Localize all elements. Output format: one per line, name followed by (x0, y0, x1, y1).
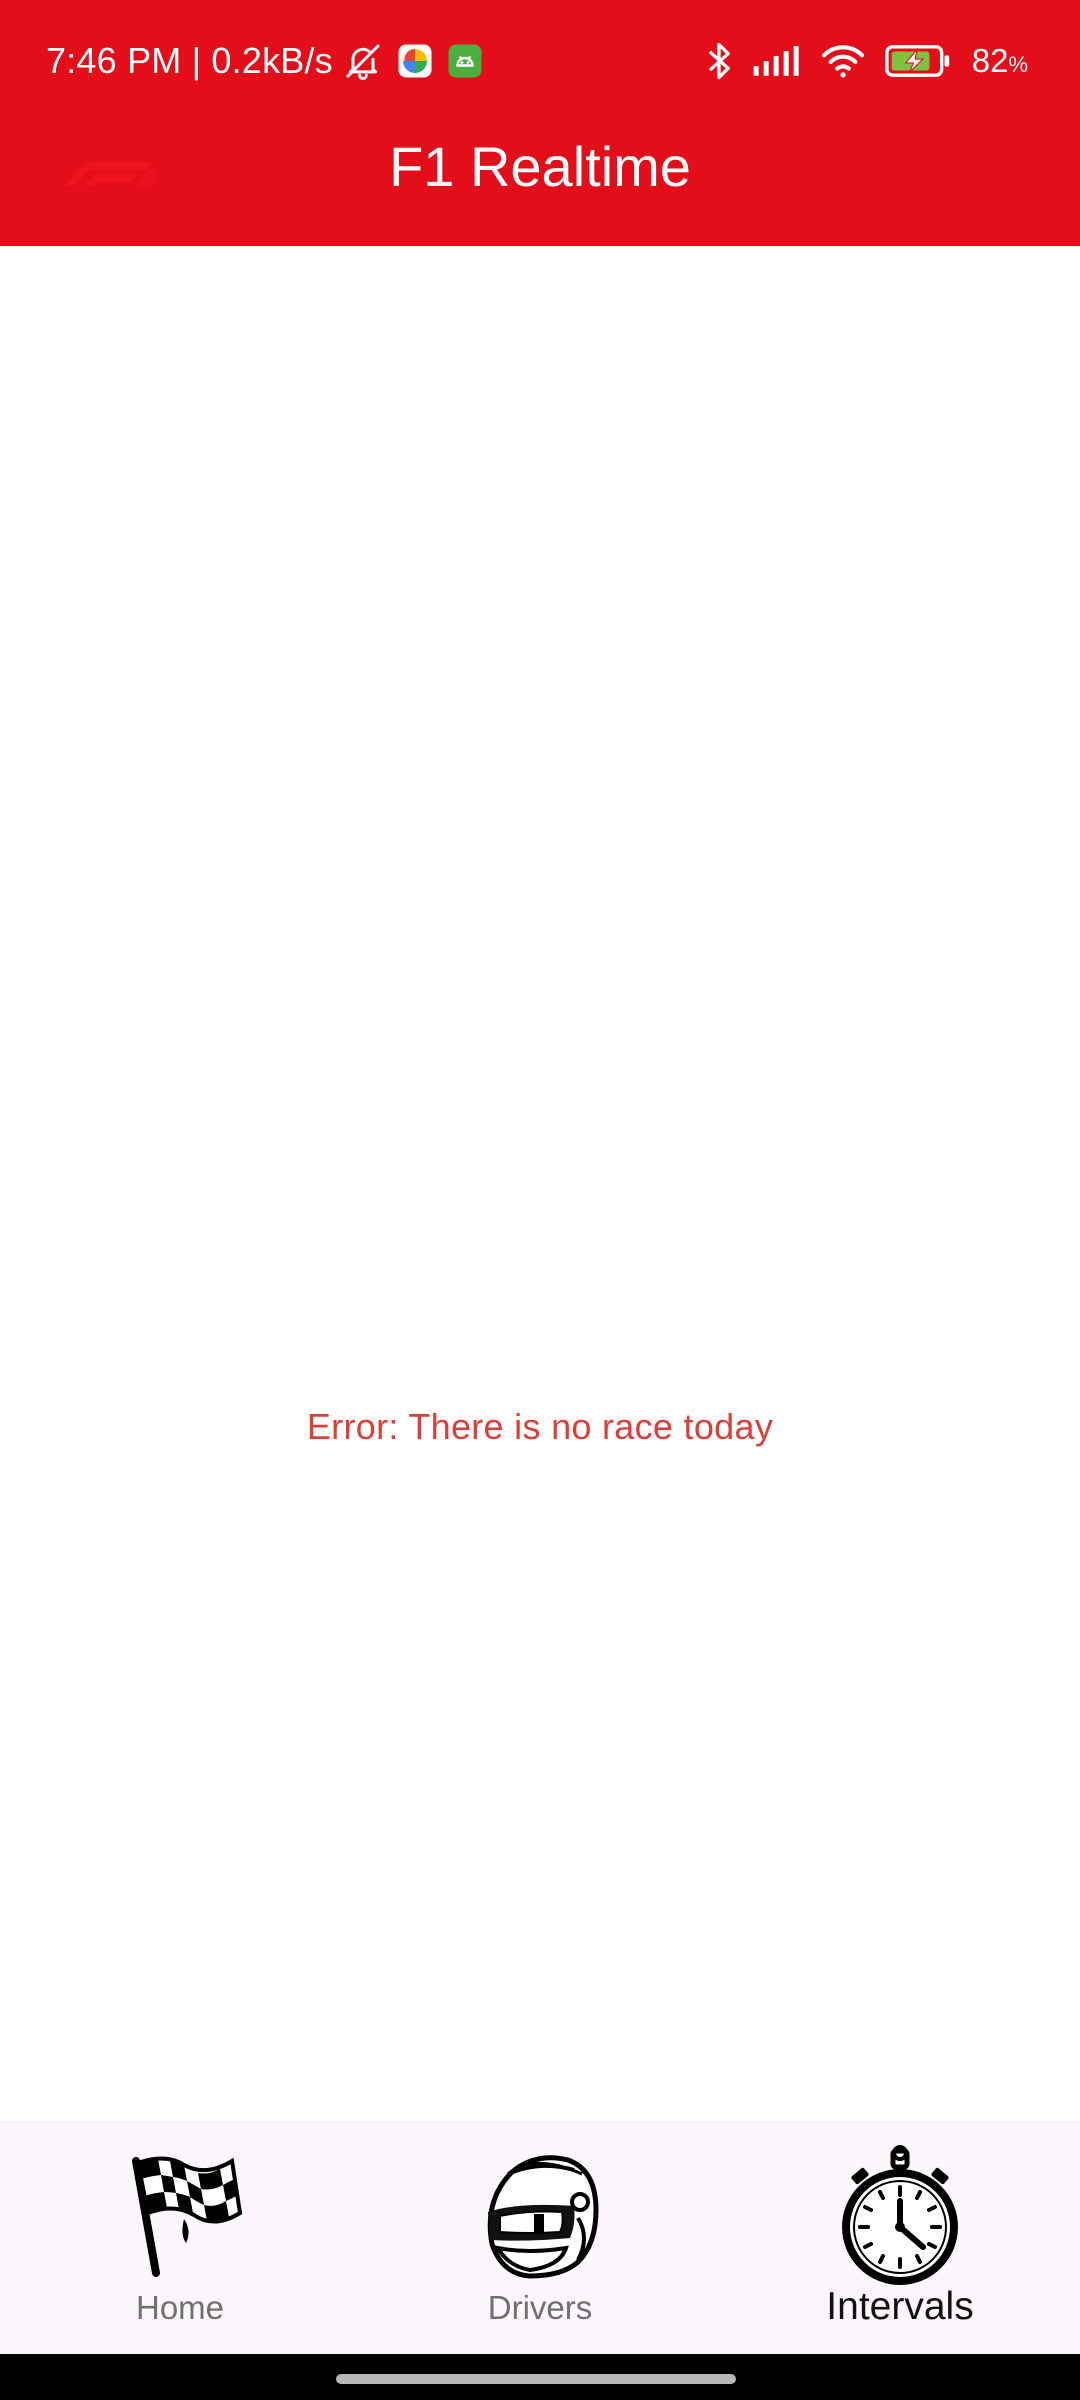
main-content: Error: There is no race today (0, 246, 1080, 2122)
nav-label-drivers: Drivers (487, 2289, 593, 2326)
stopwatch-icon (830, 2145, 970, 2285)
bell-off-icon (343, 41, 383, 81)
bottom-navigation: Home Drivers Intervals (0, 2122, 1080, 2355)
top-header: 7:46 PM | 0.2kB/s 82% F1 Realtime (0, 0, 1080, 246)
photos-app-icon (397, 43, 433, 79)
app-bar: F1 Realtime (0, 120, 1080, 246)
status-right: 82% (704, 36, 1028, 86)
home-gesture-handle[interactable] (336, 2374, 736, 2384)
nav-item-intervals[interactable]: Intervals (720, 2123, 1080, 2355)
status-time-speed: 7:46 PM | 0.2kB/s (46, 40, 333, 81)
android-app-icon (447, 43, 483, 79)
error-message: Error: There is no race today (306, 1406, 774, 1447)
checkered-flag-icon (110, 2145, 250, 2285)
battery-percent: 82% (971, 42, 1028, 79)
nav-label-intervals: Intervals (826, 2285, 974, 2328)
status-bar: 7:46 PM | 0.2kB/s 82% (0, 0, 1080, 120)
nav-item-drivers[interactable]: Drivers (360, 2123, 720, 2355)
page-title: F1 Realtime (389, 135, 691, 198)
bluetooth-icon (704, 39, 734, 83)
system-gesture-bar (0, 2354, 1080, 2400)
helmet-icon (470, 2145, 610, 2285)
signal-icon (752, 44, 802, 78)
nav-label-home: Home (135, 2289, 225, 2326)
status-left: 7:46 PM | 0.2kB/s (46, 38, 483, 84)
app-screen: 7:46 PM | 0.2kB/s 82% F1 Realtime Error:… (0, 0, 1080, 2400)
wifi-icon (820, 42, 866, 80)
nav-item-home[interactable]: Home (0, 2123, 360, 2355)
battery-charging-icon (884, 44, 954, 78)
